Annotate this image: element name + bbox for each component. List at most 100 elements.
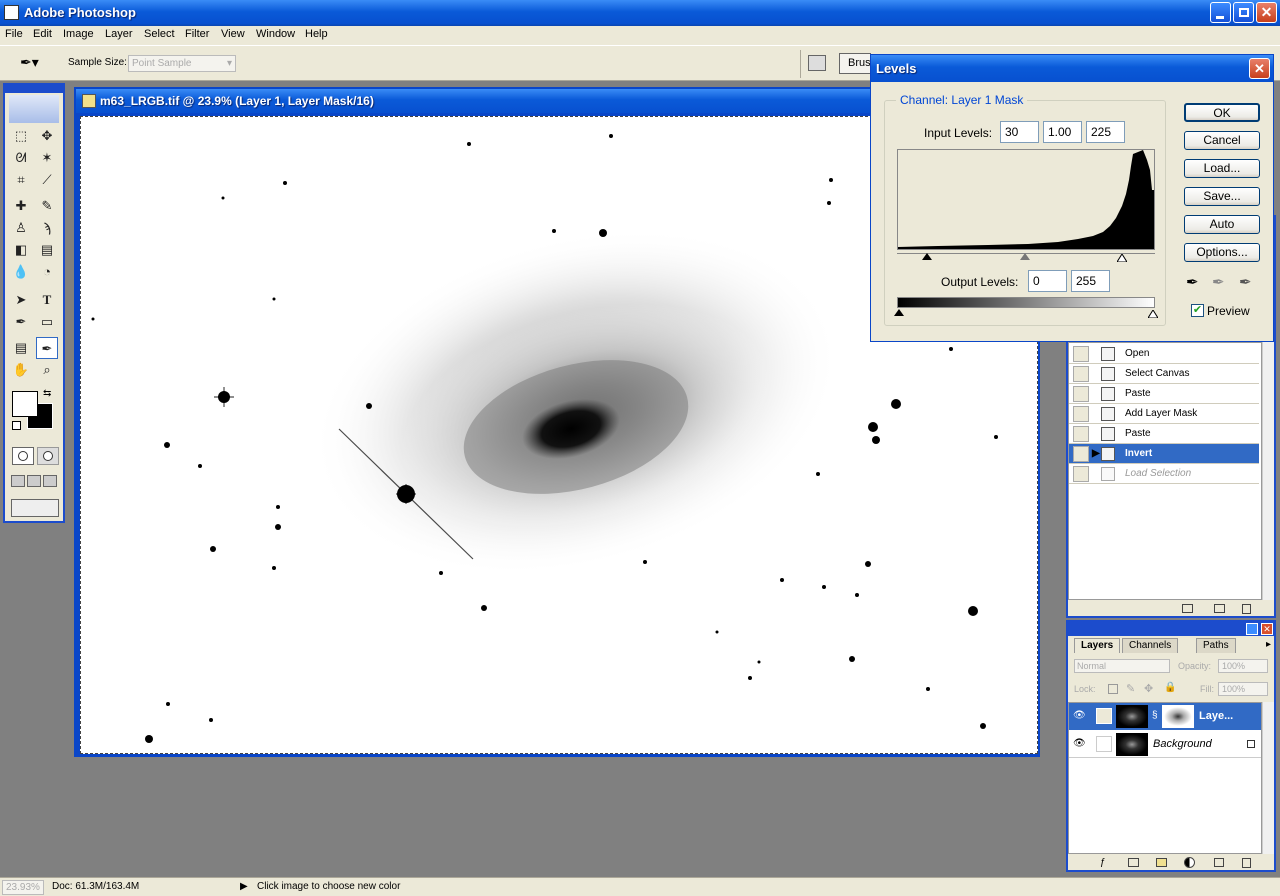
lock-pixels-icon[interactable]: ✎ [1126,682,1135,695]
history-item-undone[interactable]: Load Selection [1069,464,1259,484]
jump-to-imageready-icon[interactable] [11,499,59,517]
lock-all-icon[interactable]: 🔒 [1164,682,1176,693]
notes-tool-icon[interactable]: ▤ [10,337,32,359]
screen-mode-full-icon[interactable] [43,475,57,487]
shape-tool-icon[interactable]: ▭ [36,311,58,333]
history-item[interactable]: Open [1069,344,1259,364]
layer-link-box[interactable] [1096,736,1112,752]
input-slider-track[interactable] [897,253,1155,263]
menu-help[interactable]: Help [305,28,328,40]
minimize-button[interactable] [1210,2,1231,23]
levels-close-button[interactable]: ✕ [1249,58,1270,79]
menu-image[interactable]: Image [63,28,94,40]
panel-menu-icon[interactable]: ▸ [1260,638,1277,653]
output-white-slider-icon[interactable] [1147,309,1159,319]
sample-size-select[interactable]: Point Sample ▾ [128,55,236,72]
crop-tool-icon[interactable]: ⌗ [10,169,32,191]
preview-label[interactable]: Preview [1207,304,1250,318]
history-scrollbar[interactable] [1262,342,1274,600]
link-icon[interactable]: § [1152,710,1158,721]
eye-icon[interactable]: 👁 [1073,738,1086,749]
eye-icon[interactable]: 👁 [1073,710,1086,721]
slice-tool-icon[interactable]: ⟋ [36,169,58,191]
history-state-slider-icon[interactable]: ▶ [1092,448,1100,459]
adjustment-layer-icon[interactable] [1184,857,1195,868]
default-colors-icon[interactable] [12,421,21,430]
input-white-slider-icon[interactable] [1116,253,1128,263]
trash-icon[interactable] [1242,604,1251,614]
history-brush-tool-icon[interactable]: ϡ [36,217,58,239]
tab-paths[interactable]: Paths [1196,638,1236,653]
load-button[interactable]: Load... [1184,159,1260,178]
layer-name[interactable]: Background [1153,738,1212,750]
add-layer-mask-icon[interactable] [1128,858,1139,867]
hand-tool-icon[interactable]: ✋ [10,359,32,381]
standard-mode-icon[interactable] [12,447,34,465]
fill-field[interactable]: 100% [1218,682,1268,696]
options-button[interactable]: Options... [1184,243,1260,262]
menu-window[interactable]: Window [256,28,295,40]
pen-tool-icon[interactable]: ✒ [10,311,32,333]
black-point-eyedropper-icon[interactable]: ✒ [1186,273,1199,291]
preview-checkbox[interactable]: ✔ [1191,304,1204,317]
history-item[interactable]: Paste [1069,424,1259,444]
layer-mask-edit-icon[interactable] [1096,708,1112,724]
magic-wand-tool-icon[interactable]: ✶ [36,147,58,169]
file-browser-icon[interactable] [808,55,826,71]
layer-name[interactable]: Laye... [1199,710,1233,722]
input-white-field[interactable]: 225 [1086,121,1125,143]
cancel-button[interactable]: Cancel [1184,131,1260,150]
white-point-eyedropper-icon[interactable]: ✒ [1239,273,1252,291]
layer-row[interactable]: 👁 Background [1069,731,1261,758]
clone-stamp-tool-icon[interactable]: ♙ [10,217,32,239]
output-white-field[interactable]: 255 [1071,270,1110,292]
maximize-button[interactable] [1233,2,1254,23]
photoshop-feather-icon[interactable] [9,95,59,123]
layers-scrollbar[interactable] [1262,702,1274,854]
new-group-icon[interactable] [1156,858,1167,867]
layer-mask-thumbnail[interactable] [1162,705,1194,728]
eraser-tool-icon[interactable]: ◧ [10,239,32,261]
tab-channels[interactable]: Channels [1122,638,1179,653]
screen-mode-standard-icon[interactable] [11,475,25,487]
gray-point-eyedropper-icon[interactable]: ✒ [1212,273,1225,291]
history-item[interactable]: Select Canvas [1069,364,1259,384]
menu-filter[interactable]: Filter [185,28,209,40]
move-tool-icon[interactable]: ✥ [36,125,58,147]
new-layer-icon[interactable] [1214,858,1224,867]
lock-position-icon[interactable]: ✥ [1144,682,1153,695]
healing-brush-tool-icon[interactable]: ✚ [10,195,32,217]
layer-style-icon[interactable]: ƒ [1100,857,1106,868]
history-item[interactable]: Add Layer Mask [1069,404,1259,424]
output-slider-track[interactable] [894,308,1159,319]
output-black-field[interactable]: 0 [1028,270,1067,292]
input-gamma-slider-icon[interactable] [1020,253,1030,260]
zoom-level-field[interactable]: 23.93% [2,880,44,895]
history-list[interactable]: Open Select Canvas Paste Add Layer Mask … [1068,342,1262,600]
menu-view[interactable]: View [221,28,245,40]
new-document-from-state-icon[interactable] [1182,604,1193,613]
new-snapshot-icon[interactable] [1214,604,1225,613]
menu-file[interactable]: File [5,28,23,40]
document-size[interactable]: Doc: 61.3M/163.4M [52,881,139,892]
panel-close-icon[interactable]: ✕ [1261,623,1273,635]
gradient-tool-icon[interactable]: ▤ [36,239,58,261]
blend-mode-select[interactable]: Normal [1074,659,1170,673]
dodge-tool-icon[interactable]: ◔ [36,261,58,283]
foreground-color-swatch[interactable] [12,391,38,417]
menu-select[interactable]: Select [144,28,175,40]
blur-tool-icon[interactable]: 💧 [10,261,32,283]
output-black-slider-icon[interactable] [894,309,904,316]
history-item[interactable]: Paste [1069,384,1259,404]
menu-layer[interactable]: Layer [105,28,133,40]
lasso-tool-icon[interactable]: ᘛ [10,147,32,169]
trash-icon[interactable] [1242,858,1251,868]
input-black-field[interactable]: 30 [1000,121,1039,143]
eyedropper-tool-preset-icon[interactable]: ✒▾ [20,54,39,71]
layer-row-selected[interactable]: 👁 § Laye... [1069,703,1261,730]
path-selection-tool-icon[interactable]: ➤ [10,289,32,311]
screen-mode-full-menu-icon[interactable] [27,475,41,487]
input-gamma-field[interactable]: 1.00 [1043,121,1082,143]
history-item-active[interactable]: ▶ Invert [1069,444,1259,464]
input-black-slider-icon[interactable] [922,253,932,260]
